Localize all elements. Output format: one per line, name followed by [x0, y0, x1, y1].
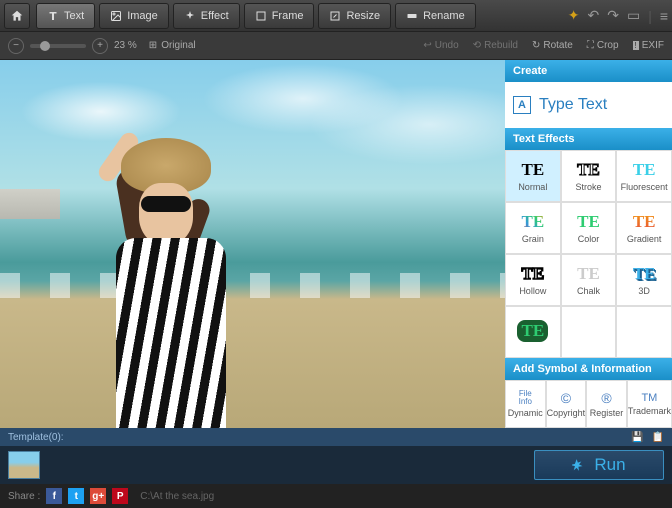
- effect-chalk[interactable]: TEChalk: [561, 254, 617, 306]
- register-icon: ®: [601, 390, 611, 406]
- effects-grid: TENormal TEStroke TEFluorescent TEGrain …: [505, 150, 672, 358]
- zoom-slider[interactable]: [30, 44, 86, 48]
- share-bar: Share : f t g+ P C:\At the sea.jpg: [0, 484, 672, 508]
- undo-button[interactable]: ↩Undo: [423, 40, 458, 51]
- run-icon: [572, 458, 586, 472]
- effect-color[interactable]: TEColor: [561, 202, 617, 254]
- file-path: C:\At the sea.jpg: [140, 491, 214, 502]
- tab-rename[interactable]: Rename: [395, 3, 476, 29]
- effect-empty: [561, 306, 617, 358]
- redo-icon[interactable]: ↷: [607, 7, 619, 24]
- crop-icon: ⛶: [587, 40, 594, 51]
- crop-button[interactable]: ⛶Crop: [587, 40, 619, 51]
- tab-text[interactable]: Text: [36, 3, 95, 29]
- effect-stroke[interactable]: TEStroke: [561, 150, 617, 202]
- effect-empty: [616, 306, 672, 358]
- zoom-in-button[interactable]: +: [92, 38, 108, 54]
- canvas-decoration: [0, 189, 60, 219]
- text-icon: [47, 10, 59, 22]
- effect-extra[interactable]: TE: [505, 306, 561, 358]
- effect-fluorescent[interactable]: TEFluorescent: [616, 150, 672, 202]
- compare-icon[interactable]: ▭: [627, 7, 640, 24]
- trademark-icon: TM: [641, 392, 657, 404]
- thumbnail[interactable]: [8, 451, 40, 479]
- run-label: Run: [594, 455, 625, 475]
- right-panel: Create A Type Text Text Effects TENormal…: [505, 60, 672, 428]
- rename-icon: [406, 10, 418, 22]
- divider: |: [648, 8, 652, 24]
- googleplus-button[interactable]: g+: [90, 488, 106, 504]
- tab-label: Image: [127, 10, 158, 22]
- original-icon: ⊞: [149, 40, 157, 51]
- exif-icon: !: [633, 41, 639, 50]
- tab-label: Frame: [272, 10, 304, 22]
- symbol-copyright[interactable]: ©Copyright: [546, 380, 587, 428]
- tab-label: Effect: [201, 10, 229, 22]
- rotate-button[interactable]: ↻Rotate: [532, 40, 573, 51]
- file-info-icon: File Info: [519, 390, 532, 406]
- symbol-dynamic[interactable]: File InfoDynamic: [505, 380, 546, 428]
- text-effects-header: Text Effects: [505, 128, 672, 150]
- effect-normal[interactable]: TENormal: [505, 150, 561, 202]
- resize-icon: [329, 10, 341, 22]
- twitter-button[interactable]: t: [68, 488, 84, 504]
- create-header: Create: [505, 60, 672, 82]
- facebook-button[interactable]: f: [46, 488, 62, 504]
- original-size-button[interactable]: ⊞ Original: [149, 40, 196, 51]
- menu-icon[interactable]: ≡: [660, 8, 668, 24]
- tab-resize[interactable]: Resize: [318, 3, 391, 29]
- exif-button[interactable]: !EXIF: [633, 40, 664, 51]
- zoom-out-button[interactable]: −: [8, 38, 24, 54]
- effect-hollow[interactable]: TEHollow: [505, 254, 561, 306]
- rebuild-icon: ⟲: [473, 40, 481, 51]
- template-label: Template(0):: [8, 432, 64, 443]
- type-text-button[interactable]: Type Text: [539, 96, 607, 114]
- undo-arrow-icon: ↩: [423, 40, 431, 51]
- rebuild-button[interactable]: ⟲Rebuild: [473, 40, 518, 51]
- magic-wand-icon[interactable]: ✦: [568, 7, 580, 24]
- add-symbol-header: Add Symbol & Information: [505, 358, 672, 380]
- effect-icon: [184, 10, 196, 22]
- zoom-percent: 23 %: [114, 40, 137, 51]
- tab-image[interactable]: Image: [99, 3, 169, 29]
- tab-effect[interactable]: Effect: [173, 3, 240, 29]
- symbol-grid: File InfoDynamic ©Copyright ®Register TM…: [505, 380, 672, 428]
- rotate-icon: ↻: [532, 40, 540, 51]
- tab-label: Resize: [346, 10, 380, 22]
- original-label: Original: [161, 40, 195, 51]
- effect-3d[interactable]: TE3D: [616, 254, 672, 306]
- top-right-controls: ✦ ↶ ↷ ▭ | ≡: [568, 7, 668, 24]
- text-a-icon: A: [513, 96, 531, 114]
- share-label: Share :: [8, 491, 40, 502]
- copyright-icon: ©: [561, 390, 571, 406]
- image-canvas[interactable]: [0, 60, 505, 428]
- tab-frame[interactable]: Frame: [244, 3, 315, 29]
- template-bar: Template(0): 💾 📋: [0, 428, 672, 446]
- thumbnail-bar: Run: [0, 446, 672, 484]
- home-icon: [10, 9, 24, 23]
- list-template-icon[interactable]: 📋: [652, 432, 664, 443]
- run-button[interactable]: Run: [534, 450, 664, 480]
- main-area: Create A Type Text Text Effects TENormal…: [0, 60, 672, 428]
- tab-label: Rename: [423, 10, 465, 22]
- undo-icon[interactable]: ↶: [587, 7, 599, 24]
- symbol-trademark[interactable]: TMTrademark: [627, 380, 672, 428]
- effect-grain[interactable]: TEGrain: [505, 202, 561, 254]
- image-icon: [110, 10, 122, 22]
- type-text-row: A Type Text: [505, 82, 672, 128]
- save-template-icon[interactable]: 💾: [631, 432, 643, 443]
- canvas-subject: [71, 138, 251, 428]
- pinterest-button[interactable]: P: [112, 488, 128, 504]
- top-toolbar: Text Image Effect Frame Resize Rename ✦ …: [0, 0, 672, 32]
- frame-icon: [255, 10, 267, 22]
- home-button[interactable]: [4, 3, 30, 29]
- zoom-toolbar: − + 23 % ⊞ Original ↩Undo ⟲Rebuild ↻Rota…: [0, 32, 672, 60]
- tab-label: Text: [64, 10, 84, 22]
- effect-gradient[interactable]: TEGradient: [616, 202, 672, 254]
- symbol-register[interactable]: ®Register: [586, 380, 627, 428]
